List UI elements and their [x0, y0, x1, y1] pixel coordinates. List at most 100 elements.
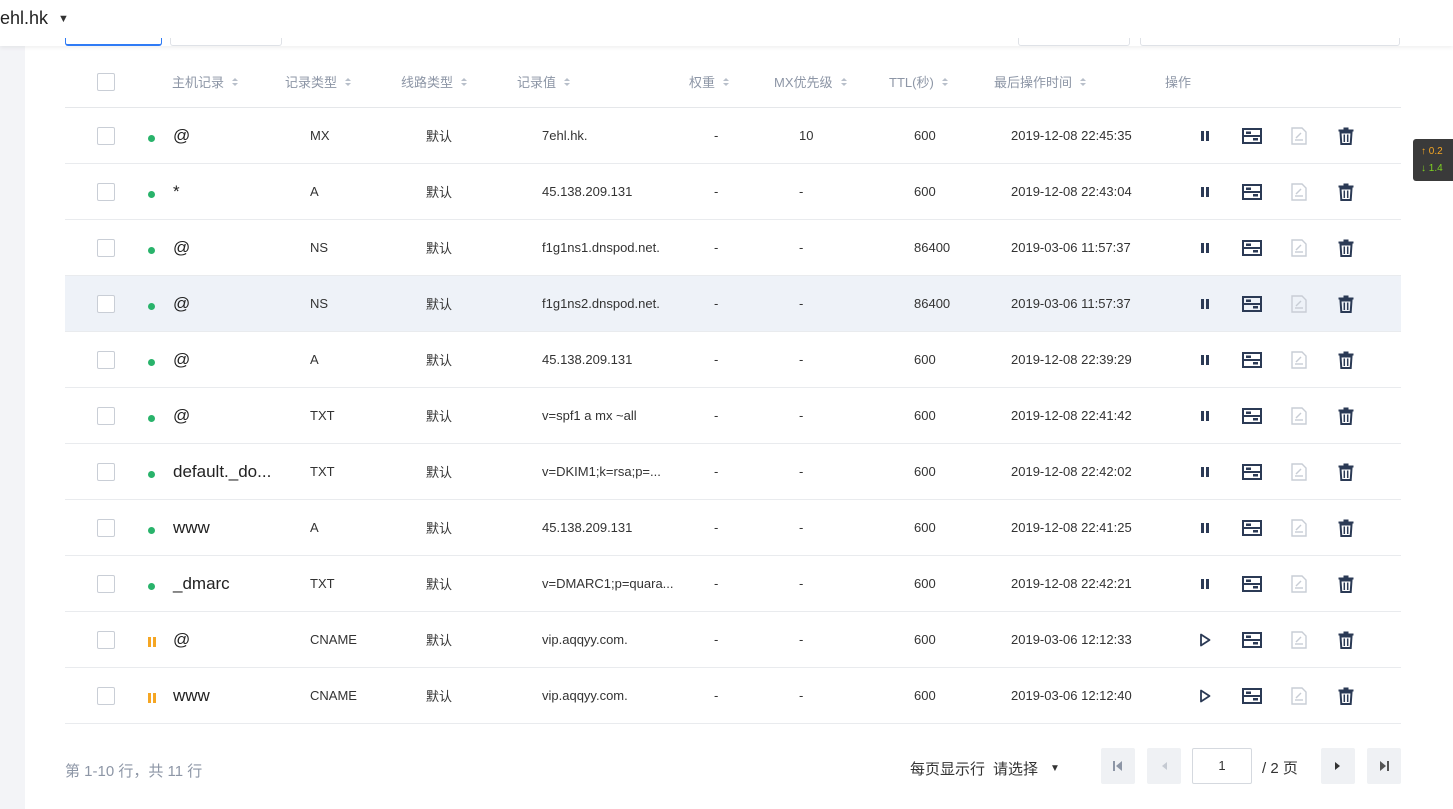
- trash-icon[interactable]: [1335, 517, 1357, 539]
- pause-icon[interactable]: [1194, 237, 1216, 259]
- remark-icon[interactable]: [1288, 629, 1310, 651]
- remark-icon[interactable]: [1288, 461, 1310, 483]
- edit-record-icon[interactable]: [1241, 405, 1263, 427]
- table-row[interactable]: _dmarc TXT 默认 v=DMARC1;p=quara... - - 600 2019-…: [65, 556, 1401, 612]
- delete-record-button[interactable]: [1335, 276, 1357, 331]
- next-page-button[interactable]: [1321, 748, 1355, 784]
- edit-record-button[interactable]: [1241, 108, 1263, 163]
- remark-icon[interactable]: [1288, 293, 1310, 315]
- play-icon[interactable]: [1194, 629, 1216, 651]
- table-row[interactable]: @ NS 默认 f1g1ns2.dnspod.net. - - 86400 2019-03-0…: [65, 276, 1401, 332]
- delete-record-button[interactable]: [1335, 220, 1357, 275]
- pause-icon[interactable]: [1194, 181, 1216, 203]
- toolbar-button-edge[interactable]: [170, 38, 282, 46]
- edit-record-button[interactable]: [1241, 164, 1263, 219]
- search-input-edge[interactable]: [1140, 38, 1400, 46]
- toggle-record-button[interactable]: [1194, 444, 1216, 499]
- remark-icon[interactable]: [1288, 125, 1310, 147]
- edit-record-button[interactable]: [1241, 556, 1263, 611]
- table-row[interactable]: @ NS 默认 f1g1ns1.dnspod.net. - - 86400 2019-03-0…: [65, 220, 1401, 276]
- edit-record-button[interactable]: [1241, 276, 1263, 331]
- edit-record-icon[interactable]: [1241, 629, 1263, 651]
- pause-icon[interactable]: [1194, 349, 1216, 371]
- row-checkbox[interactable]: [97, 332, 115, 387]
- pause-icon[interactable]: [1194, 461, 1216, 483]
- trash-icon[interactable]: [1335, 125, 1357, 147]
- column-header[interactable]: 线路类型: [401, 56, 468, 107]
- toolbar-select-edge[interactable]: [1018, 38, 1130, 46]
- delete-record-button[interactable]: [1335, 556, 1357, 611]
- edit-record-button[interactable]: [1241, 612, 1263, 667]
- pause-icon[interactable]: [1194, 517, 1216, 539]
- toggle-record-button[interactable]: [1194, 612, 1216, 667]
- row-checkbox[interactable]: [97, 668, 115, 723]
- trash-icon[interactable]: [1335, 181, 1357, 203]
- remark-icon[interactable]: [1288, 685, 1310, 707]
- column-header[interactable]: 记录值: [517, 56, 571, 107]
- remark-button[interactable]: [1288, 332, 1310, 387]
- remark-button[interactable]: [1288, 388, 1310, 443]
- column-header[interactable]: TTL(秒): [889, 56, 948, 107]
- table-row[interactable]: @ TXT 默认 v=spf1 a mx ~all - - 600 2019-12-08 22…: [65, 388, 1401, 444]
- edit-record-button[interactable]: [1241, 500, 1263, 555]
- column-header[interactable]: MX优先级: [774, 56, 847, 107]
- remark-button[interactable]: [1288, 668, 1310, 723]
- edit-record-icon[interactable]: [1241, 293, 1263, 315]
- delete-record-button[interactable]: [1335, 164, 1357, 219]
- edit-record-button[interactable]: [1241, 332, 1263, 387]
- table-row[interactable]: www CNAME 默认 vip.aqqyy.com. - - 600 2019-03-06 …: [65, 668, 1401, 724]
- delete-record-button[interactable]: [1335, 612, 1357, 667]
- toggle-record-button[interactable]: [1194, 220, 1216, 275]
- per-page-selector[interactable]: 每页显示行 请选择 ▼: [910, 758, 1060, 779]
- row-checkbox[interactable]: [97, 108, 115, 163]
- table-row[interactable]: @ MX 默认 7ehl.hk. - 10 600 2019-12-08 22:45:35: [65, 108, 1401, 164]
- remark-button[interactable]: [1288, 556, 1310, 611]
- remark-button[interactable]: [1288, 220, 1310, 275]
- row-checkbox[interactable]: [97, 164, 115, 219]
- table-row[interactable]: @ CNAME 默认 vip.aqqyy.com. - - 600 2019-03-06 12…: [65, 612, 1401, 668]
- toggle-record-button[interactable]: [1194, 500, 1216, 555]
- trash-icon[interactable]: [1335, 293, 1357, 315]
- remark-button[interactable]: [1288, 612, 1310, 667]
- delete-record-button[interactable]: [1335, 668, 1357, 723]
- trash-icon[interactable]: [1335, 685, 1357, 707]
- remark-button[interactable]: [1288, 164, 1310, 219]
- table-row[interactable]: default._do... TXT 默认 v=DKIM1;k=rsa;p=... - -…: [65, 444, 1401, 500]
- table-row[interactable]: * A 默认 45.138.209.131 - - 600 2019-12-08 22:43:…: [65, 164, 1401, 220]
- pause-icon[interactable]: [1194, 125, 1216, 147]
- add-record-button-edge[interactable]: [65, 38, 162, 46]
- table-row[interactable]: @ A 默认 45.138.209.131 - - 600 2019-12-08 22:39:…: [65, 332, 1401, 388]
- row-checkbox[interactable]: [97, 556, 115, 611]
- remark-icon[interactable]: [1288, 349, 1310, 371]
- remark-button[interactable]: [1288, 108, 1310, 163]
- toggle-record-button[interactable]: [1194, 668, 1216, 723]
- column-header[interactable]: 最后操作时间: [994, 56, 1087, 107]
- edit-record-icon[interactable]: [1241, 181, 1263, 203]
- delete-record-button[interactable]: [1335, 500, 1357, 555]
- row-checkbox[interactable]: [97, 444, 115, 499]
- pause-icon[interactable]: [1194, 573, 1216, 595]
- edit-record-button[interactable]: [1241, 668, 1263, 723]
- edit-record-button[interactable]: [1241, 220, 1263, 275]
- page-number-input[interactable]: 1: [1192, 748, 1252, 784]
- trash-icon[interactable]: [1335, 629, 1357, 651]
- trash-icon[interactable]: [1335, 237, 1357, 259]
- trash-icon[interactable]: [1335, 405, 1357, 427]
- edit-record-icon[interactable]: [1241, 125, 1263, 147]
- delete-record-button[interactable]: [1335, 332, 1357, 387]
- remark-icon[interactable]: [1288, 573, 1310, 595]
- delete-record-button[interactable]: [1335, 108, 1357, 163]
- row-checkbox[interactable]: [97, 220, 115, 275]
- table-row[interactable]: www A 默认 45.138.209.131 - - 600 2019-12-08 22:4…: [65, 500, 1401, 556]
- column-header[interactable]: 权重: [689, 56, 730, 107]
- trash-icon[interactable]: [1335, 461, 1357, 483]
- row-checkbox[interactable]: [97, 612, 115, 667]
- toggle-record-button[interactable]: [1194, 388, 1216, 443]
- edit-record-icon[interactable]: [1241, 461, 1263, 483]
- edit-record-icon[interactable]: [1241, 685, 1263, 707]
- toggle-record-button[interactable]: [1194, 164, 1216, 219]
- remark-icon[interactable]: [1288, 517, 1310, 539]
- toggle-record-button[interactable]: [1194, 556, 1216, 611]
- remark-button[interactable]: [1288, 276, 1310, 331]
- trash-icon[interactable]: [1335, 349, 1357, 371]
